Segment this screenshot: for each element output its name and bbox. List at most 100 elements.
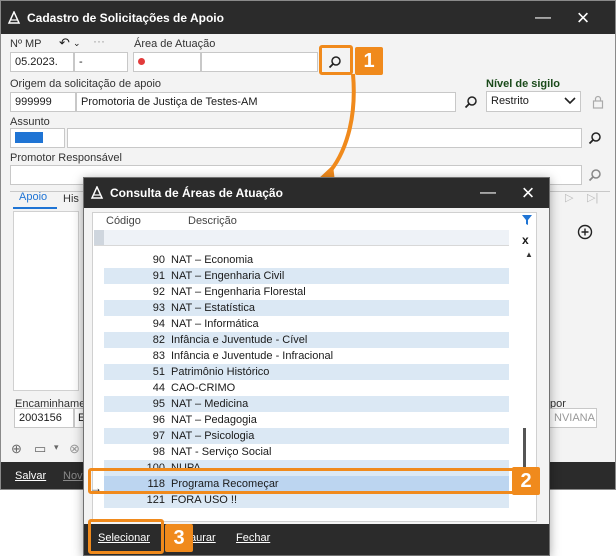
sigilo-select[interactable]: Restrito	[486, 91, 581, 112]
main-title: Cadastro de Solicitações de Apoio	[27, 10, 224, 25]
list-item-desc: Infância e Juventude - Infracional	[171, 350, 334, 362]
tab-apoio[interactable]: Apoio	[13, 191, 57, 209]
procurar-button[interactable]: aurar	[190, 532, 216, 544]
app-logo-icon	[7, 10, 21, 24]
search-icon	[588, 169, 601, 182]
list-item-desc: NAT – Engenharia Civil	[171, 270, 285, 282]
required-dot-icon	[138, 58, 145, 65]
origem-name-field[interactable]: Promotoria de Justiça de Testes-AM	[76, 92, 456, 112]
list-item-desc: FORA USO !!	[171, 494, 238, 506]
list-item-desc: Infância e Juventude - Cível	[171, 334, 308, 346]
dialog-minimize-button[interactable]: —	[468, 178, 508, 208]
list-item[interactable]: 97 NAT – Psicologia	[104, 428, 509, 444]
dialog-close-button[interactable]: ×	[508, 178, 548, 208]
list-item-desc: CAO-CRIMO	[171, 382, 236, 394]
fechar-button[interactable]: Fechar	[236, 532, 270, 544]
filter-row[interactable]	[94, 230, 509, 246]
list-item-desc: NAT – Medicina	[171, 398, 249, 410]
list-item[interactable]: 96 NAT – Pedagogia	[104, 412, 509, 428]
list-item[interactable]: 91 NAT – Engenharia Civil	[104, 268, 509, 284]
close-icon: ×	[521, 180, 535, 205]
list-item[interactable]: 92 NAT – Engenharia Florestal	[104, 284, 509, 300]
list-item[interactable]: 82 Infância e Juventude - Cível	[104, 332, 509, 348]
assunto-color-icon	[15, 132, 43, 143]
list-item[interactable]: 94 NAT – Informática	[104, 316, 509, 332]
close-button[interactable]: ×	[563, 1, 603, 34]
list-item-code: 98	[152, 446, 165, 458]
chevron-down-icon	[564, 97, 576, 105]
area-label: Área de Atuação	[134, 38, 216, 50]
list-item[interactable]: 95 NAT – Medicina	[104, 396, 509, 412]
add-circle-icon	[577, 224, 593, 240]
guide-arrow	[317, 73, 356, 182]
assunto-search-button[interactable]	[585, 128, 605, 148]
list-item-desc: NAT – Economia	[171, 254, 254, 266]
minimize-button[interactable]: —	[523, 1, 563, 34]
close-icon: ×	[576, 4, 590, 30]
nmp-label: Nº MP	[10, 38, 42, 50]
assunto-label: Assunto	[10, 116, 50, 128]
list-item-desc: NAT – Pedagogia	[171, 414, 257, 426]
list-item-desc: NAT – Psicologia	[171, 430, 255, 442]
promotor-label: Promotor Responsável	[10, 152, 122, 164]
list-item-code: 97	[152, 430, 165, 442]
list-item-desc: NAT - Serviço Social	[171, 446, 272, 458]
list-item-desc: NAT – Engenharia Florestal	[171, 286, 306, 298]
folder-icon[interactable]: ▭	[34, 441, 46, 457]
delete-icon[interactable]: ⊗	[69, 441, 80, 457]
list-item-desc: NAT – Estatística	[171, 302, 255, 314]
list-item[interactable]: 44 CAO-CRIMO	[104, 380, 509, 396]
col-desc-header[interactable]: Descrição	[188, 215, 237, 227]
filter-icon[interactable]	[521, 214, 533, 226]
step-badge-3: 3	[165, 524, 193, 552]
filter-cell	[94, 230, 104, 245]
por-field[interactable]: NVIANA	[549, 408, 597, 428]
add-file-icon[interactable]: ⊕	[11, 441, 22, 457]
list-item-code: 95	[152, 398, 165, 410]
assunto-code-field[interactable]	[10, 128, 65, 148]
col-code-header[interactable]: Código	[106, 215, 141, 227]
dialog-title: Consulta de Áreas de Atuação	[110, 186, 283, 200]
encaminhar-code-field[interactable]: 2003156	[14, 408, 74, 428]
play-icon[interactable]: ▷	[565, 191, 573, 204]
list-item-code: 91	[152, 270, 165, 282]
undo-icon[interactable]: ↶	[59, 35, 70, 51]
origem-search-button[interactable]	[461, 92, 481, 112]
list-item[interactable]: 51 Patrimônio Histórico	[104, 364, 509, 380]
lock-icon[interactable]	[588, 92, 608, 112]
list-item-code: 94	[152, 318, 165, 330]
nmp-suffix-field[interactable]: -	[74, 52, 128, 72]
more-icon[interactable]: ···	[93, 34, 105, 48]
chevron-down-icon[interactable]: ▾	[54, 442, 59, 453]
chevron-down-icon[interactable]: ⌄	[73, 38, 81, 49]
nmp-field[interactable]: 05.2023.	[10, 52, 74, 72]
highlight-box-2	[88, 468, 516, 494]
list-item[interactable]: 121 FORA USO !!	[104, 492, 509, 508]
skip-icon[interactable]: ▷|	[587, 191, 598, 204]
list-item-code: 93	[152, 302, 165, 314]
list-item-code: 82	[152, 334, 165, 346]
list-item[interactable]: 93 NAT – Estatística	[104, 300, 509, 316]
promotor-search-button[interactable]	[585, 165, 605, 185]
scrollbar-thumb[interactable]	[523, 428, 526, 468]
list-item[interactable]: 83 Infância e Juventude - Infracional	[104, 348, 509, 364]
scroll-up-arrow[interactable]: ▲	[525, 250, 533, 259]
origem-code-field[interactable]: 999999	[10, 92, 76, 112]
step-badge-2: 2	[512, 467, 540, 495]
list-item-code: 83	[152, 350, 165, 362]
list-item-code: 121	[146, 494, 165, 506]
area-desc-field[interactable]	[201, 52, 318, 72]
sigilo-label: Nível de sigilo	[486, 78, 560, 90]
filter-clear-button[interactable]: x	[522, 233, 529, 247]
area-code-field[interactable]	[133, 52, 201, 72]
list-item-desc: Patrimônio Histórico	[171, 366, 270, 378]
list-item-code: 92	[152, 286, 165, 298]
add-button[interactable]	[575, 222, 595, 242]
tab-historico[interactable]: His	[63, 193, 79, 205]
search-icon	[588, 132, 601, 145]
sigilo-value: Restrito	[491, 95, 529, 107]
list-item[interactable]: 90 NAT – Economia	[104, 252, 509, 268]
list-item[interactable]: 98 NAT - Serviço Social	[104, 444, 509, 460]
novo-button[interactable]: Nov	[63, 470, 83, 482]
salvar-button[interactable]: Salvar	[15, 470, 46, 482]
